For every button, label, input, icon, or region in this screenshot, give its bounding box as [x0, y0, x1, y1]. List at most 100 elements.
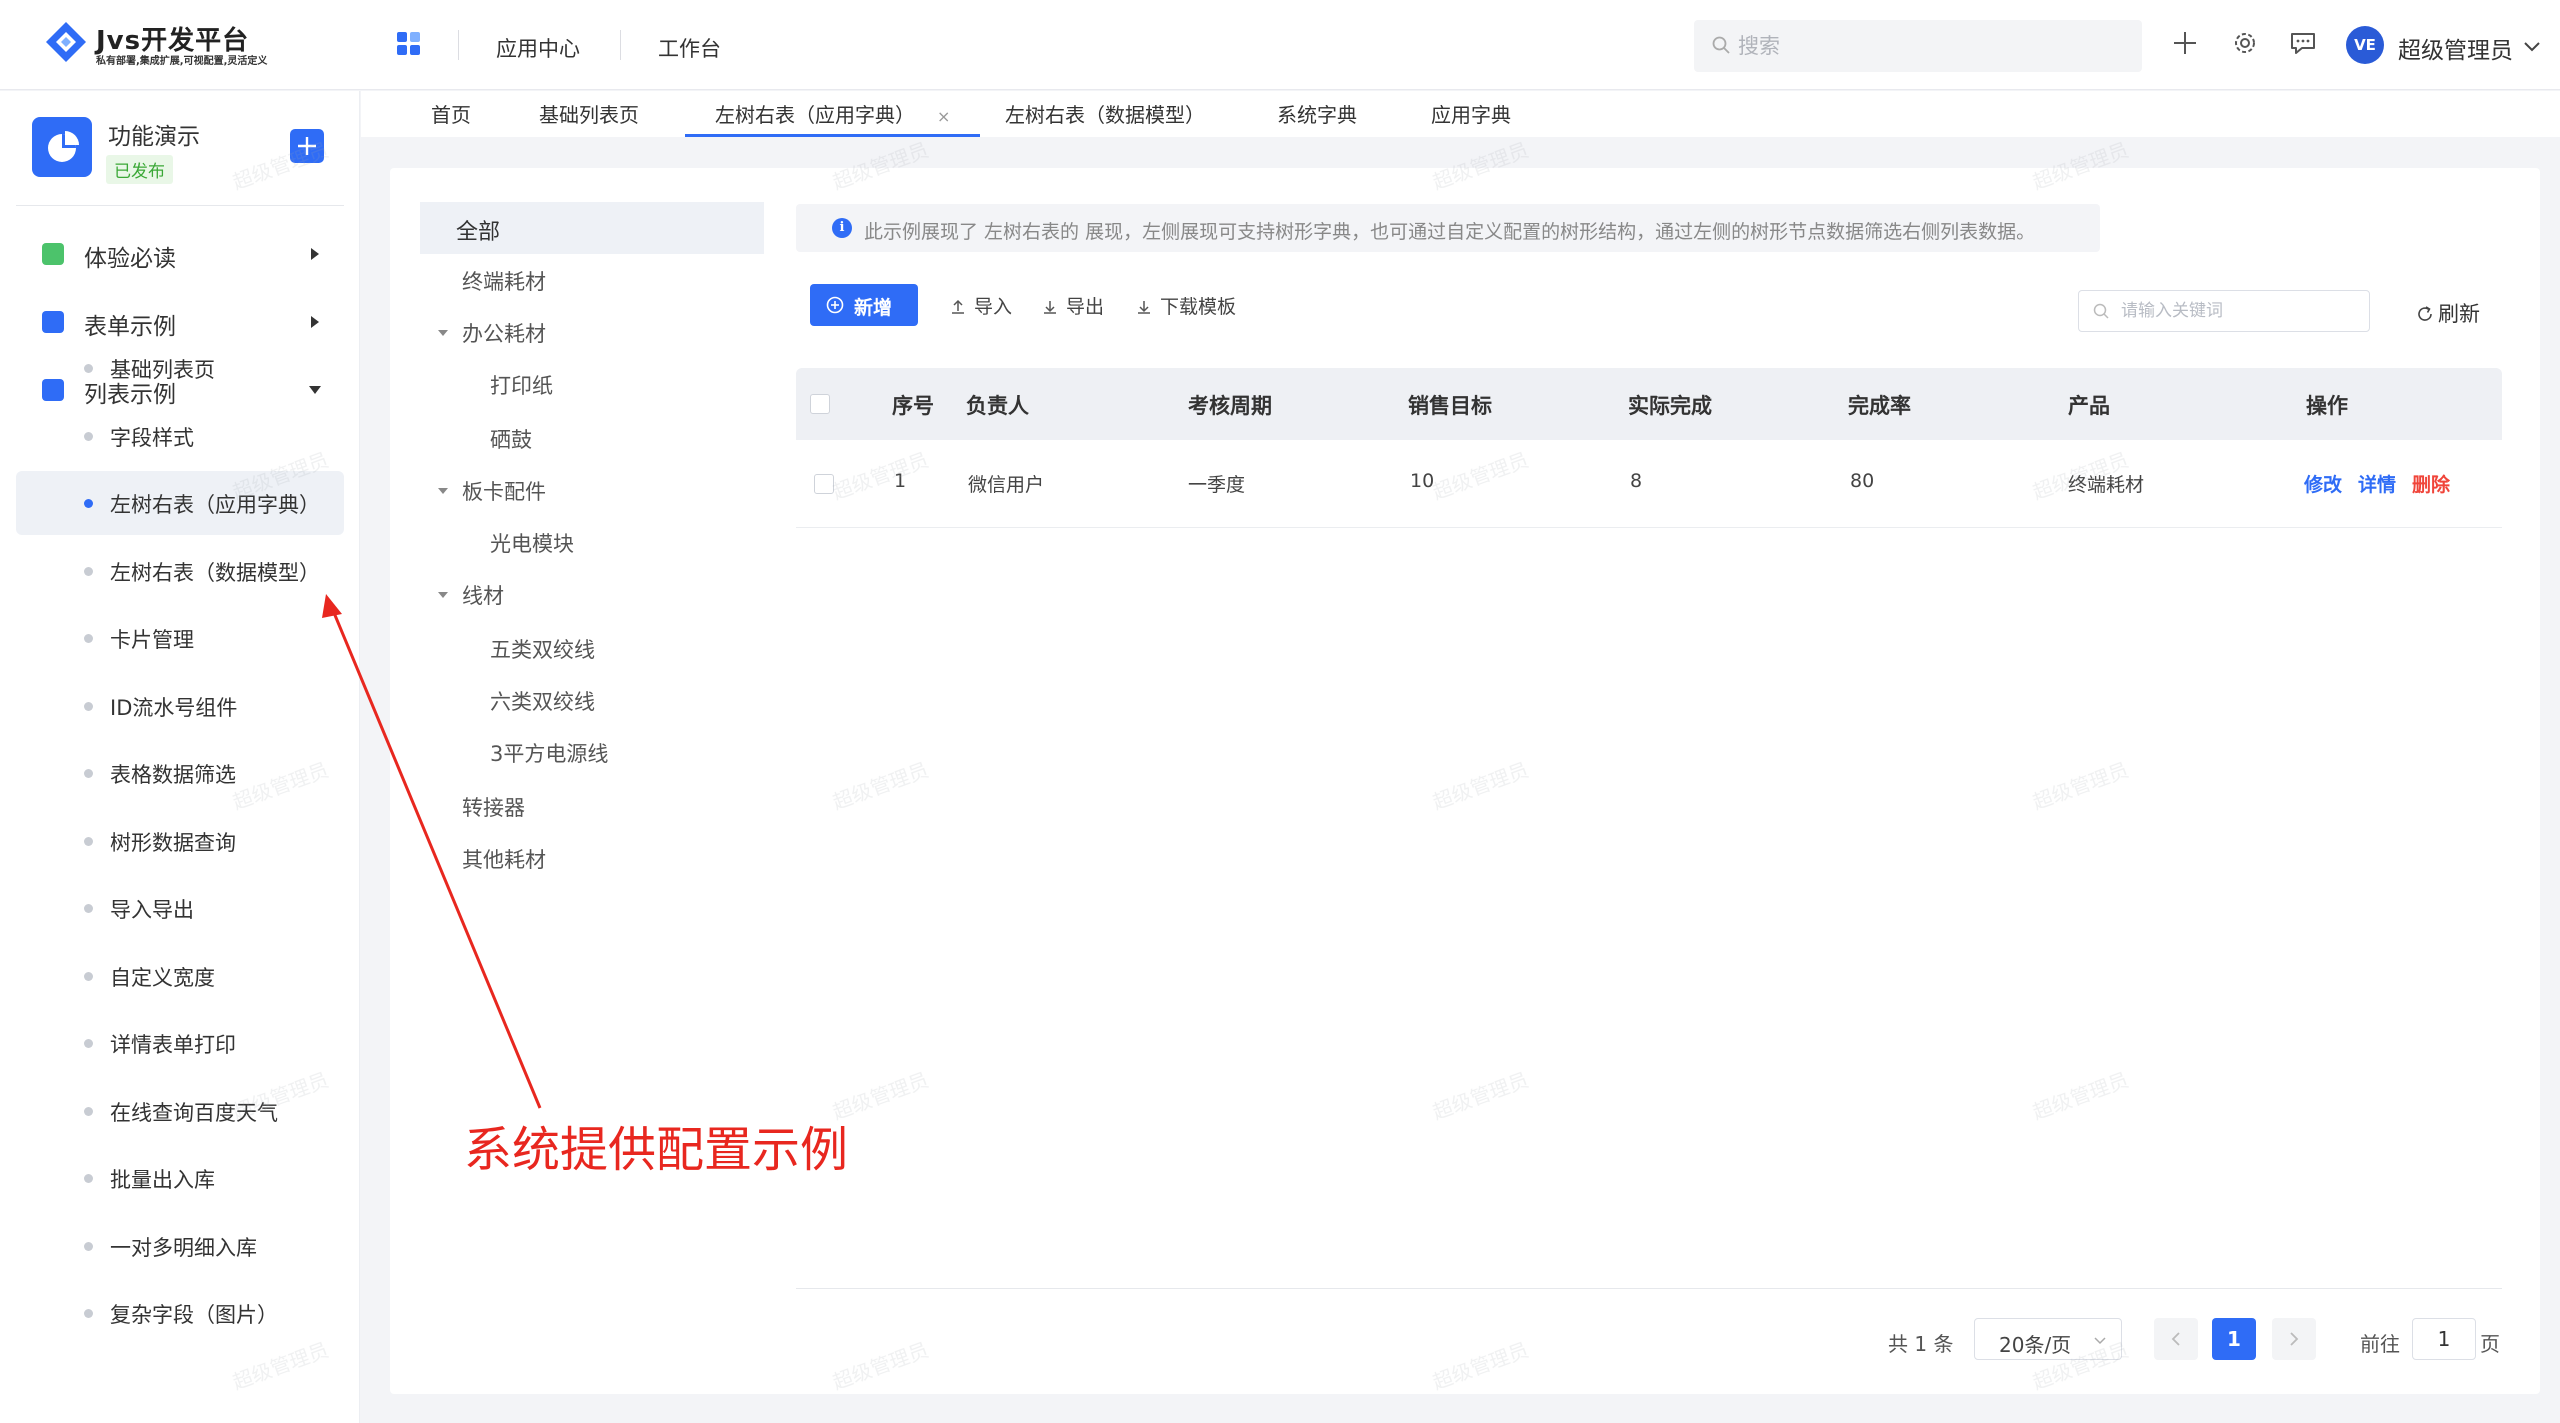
column-header[interactable]: 序号: [892, 390, 934, 420]
detail-link[interactable]: 详情: [2358, 470, 2396, 497]
caret-right-icon: [311, 248, 319, 260]
table-row[interactable]: 1 微信用户 一季度 10 8 80 终端耗材 修改 详情 删除: [796, 440, 2502, 528]
logo[interactable]: Jvs开发平台 私有部署,集成扩展,可视配置,灵活定义: [44, 18, 304, 70]
global-search-input[interactable]: [1738, 30, 2118, 62]
tree-node[interactable]: 硒鼓: [490, 424, 532, 472]
column-header[interactable]: 实际完成: [1628, 390, 1712, 420]
sidebar-item[interactable]: 一对多明细入库: [16, 1214, 344, 1278]
goto-page-input[interactable]: [2412, 1318, 2476, 1360]
tab-app-dict[interactable]: 应用字典: [1431, 99, 1511, 137]
user-menu[interactable]: VE 超级管理员: [2346, 26, 2546, 66]
delete-link[interactable]: 删除: [2412, 470, 2450, 497]
sidebar-item[interactable]: 批量出入库: [16, 1146, 344, 1210]
page-size-select[interactable]: 20条/页: [1974, 1318, 2122, 1360]
caret-down-icon[interactable]: [436, 588, 450, 602]
tree-node[interactable]: 六类双绞线: [490, 686, 595, 734]
next-page-button[interactable]: [2272, 1318, 2316, 1360]
column-header[interactable]: 考核周期: [1188, 390, 1272, 420]
search-icon: [1712, 36, 1730, 54]
sidebar-item[interactable]: 基础列表页: [16, 336, 344, 400]
import-button[interactable]: 导入: [950, 292, 1012, 318]
bullet-dot-icon: [84, 566, 93, 576]
tree-node[interactable]: 打印纸: [490, 370, 553, 418]
keyword-input[interactable]: [2121, 297, 2361, 325]
divider: [16, 205, 344, 206]
sidebar-item[interactable]: 字段样式: [16, 404, 344, 468]
caret-down-icon[interactable]: [436, 326, 450, 340]
tab-basic-list[interactable]: 基础列表页: [539, 99, 639, 137]
select-all-checkbox[interactable]: [810, 394, 830, 414]
caret-down-icon[interactable]: [436, 484, 450, 498]
sidebar-item-label: 导入导出: [110, 898, 194, 922]
bullet-dot-icon: [84, 1241, 93, 1251]
sidebar-item[interactable]: 导入导出: [16, 876, 344, 940]
tab-left-tree-app-dict[interactable]: 左树右表（应用字典） ×: [685, 99, 981, 137]
column-header[interactable]: 产品: [2068, 390, 2110, 420]
sidebar-item[interactable]: 左树右表（数据模型）: [16, 539, 344, 603]
new-button[interactable]: 新增: [810, 284, 918, 326]
app-icon: [32, 117, 92, 177]
page-number-current[interactable]: 1: [2212, 1318, 2256, 1360]
sidebar-item-label: 字段样式: [110, 425, 194, 450]
tree-node[interactable]: 板卡配件: [462, 476, 546, 524]
logo-subtitle: 私有部署,集成扩展,可视配置,灵活定义: [96, 56, 268, 67]
sidebar-item[interactable]: 复杂字段（图片）: [16, 1281, 344, 1345]
column-header[interactable]: 销售目标: [1408, 390, 1492, 420]
close-icon[interactable]: ×: [937, 107, 950, 126]
status-badge: 已发布: [106, 155, 173, 184]
apps-grid-icon[interactable]: [396, 31, 422, 57]
refresh-button[interactable]: 刷新: [2416, 298, 2480, 328]
bullet-dot-icon: [84, 971, 93, 981]
sidebar-item[interactable]: 树形数据查询: [16, 809, 344, 873]
sidebar-item[interactable]: 详情表单打印: [16, 1011, 344, 1075]
sidebar-item[interactable]: 卡片管理: [16, 606, 344, 670]
sidebar-item[interactable]: 左树右表（应用字典）: [16, 471, 344, 535]
cell-owner: 微信用户: [968, 474, 1045, 496]
global-search[interactable]: [1694, 20, 2142, 72]
tree-node-all[interactable]: 全部: [420, 202, 764, 254]
sidebar-item[interactable]: ID流水号组件: [16, 674, 344, 738]
form-icon: [42, 311, 64, 333]
tree-node[interactable]: 转接器: [462, 792, 525, 840]
tab-system-dict[interactable]: 系统字典: [1277, 99, 1357, 137]
message-icon[interactable]: [2288, 28, 2318, 58]
sidebar-item[interactable]: 自定义宽度: [16, 944, 344, 1008]
settings-icon[interactable]: [2230, 28, 2260, 58]
add-app-button[interactable]: [290, 129, 324, 163]
sidebar-item-label: 复杂字段（图片）: [110, 1303, 278, 1327]
add-icon[interactable]: [2170, 28, 2200, 58]
tree-node[interactable]: 终端耗材: [462, 266, 546, 314]
main-panel: [390, 168, 2540, 1394]
bullet-dot-icon: [84, 431, 93, 441]
user-name: 超级管理员: [2398, 38, 2513, 64]
tree-node[interactable]: 办公耗材: [462, 318, 546, 366]
sidebar: 功能演示 已发布 体验必读 表单示例 列表示例 基础列表页 字段样式 左树右表（应用…: [0, 91, 360, 1423]
goto-label: 前往: [2360, 1332, 2400, 1356]
keyword-search[interactable]: [2078, 290, 2370, 332]
cell-index: 1: [894, 470, 907, 492]
prev-page-button[interactable]: [2154, 1318, 2198, 1360]
nav-app-center[interactable]: 应用中心: [496, 33, 580, 63]
tree-node[interactable]: 光电模块: [490, 528, 574, 576]
download-template-button[interactable]: 下载模板: [1136, 292, 1236, 318]
nav-workbench[interactable]: 工作台: [658, 33, 721, 63]
sidebar-group-experience[interactable]: 体验必读: [0, 225, 360, 283]
tree-node[interactable]: 线材: [462, 580, 504, 628]
bullet-dot-icon: [84, 701, 93, 711]
chevron-down-icon: [2524, 42, 2540, 52]
tree-node[interactable]: 五类双绞线: [490, 634, 595, 682]
sidebar-item-label: ID流水号组件: [110, 695, 238, 720]
export-button[interactable]: 导出: [1042, 292, 1104, 318]
sidebar-item[interactable]: 表格数据筛选: [16, 741, 344, 805]
row-checkbox[interactable]: [814, 474, 834, 494]
tab-home[interactable]: 首页: [431, 99, 471, 137]
edit-link[interactable]: 修改: [2304, 470, 2342, 497]
sidebar-item[interactable]: 在线查询百度天气: [16, 1079, 344, 1143]
tab-left-tree-data-model[interactable]: 左树右表（数据模型）: [1005, 99, 1205, 137]
column-header[interactable]: 完成率: [1848, 390, 1911, 420]
bullet-dot-icon: [84, 634, 93, 643]
book-icon: [42, 243, 64, 265]
tree-node[interactable]: 3平方电源线: [490, 738, 608, 786]
tree-node[interactable]: 其他耗材: [462, 844, 546, 892]
column-header[interactable]: 负责人: [966, 390, 1029, 420]
